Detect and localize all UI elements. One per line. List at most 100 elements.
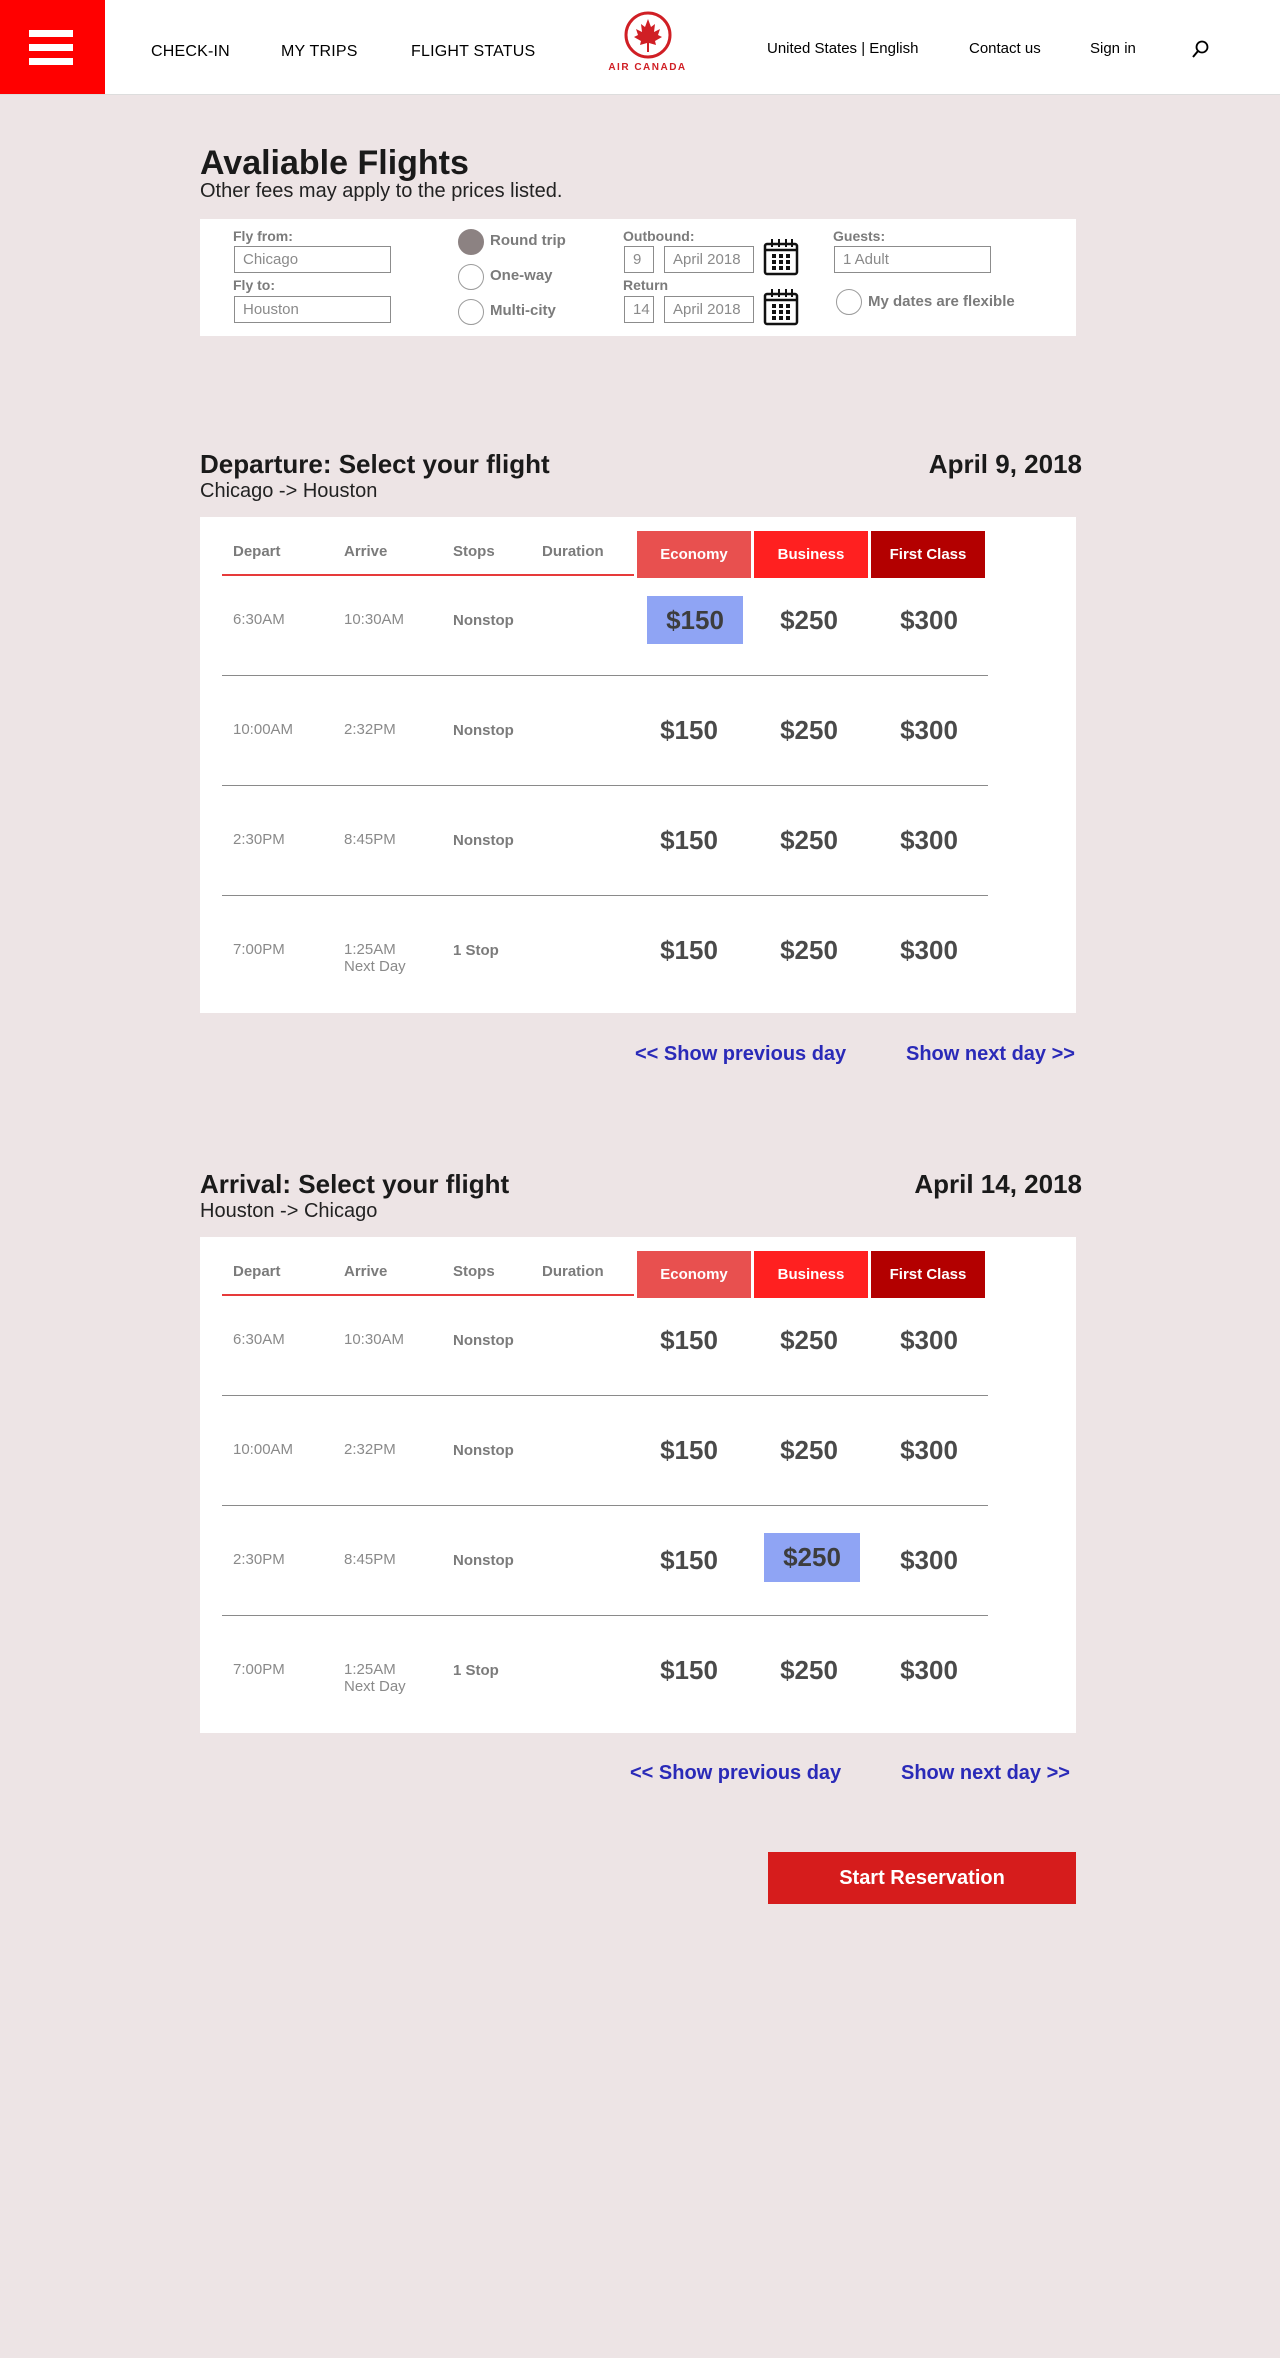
round-trip-radio[interactable] — [458, 229, 484, 255]
search-icon[interactable] — [1190, 39, 1210, 61]
price-business[interactable]: $250 — [764, 1533, 860, 1582]
depart-time: 10:00AM — [233, 1441, 294, 1458]
arrival-previous-day-link[interactable]: << Show previous day — [630, 1762, 841, 1785]
depart-time: 7:00PM — [233, 1661, 285, 1678]
row-divider — [222, 785, 988, 786]
search-panel: Fly from: Chicago Fly to: Houston Round … — [200, 219, 1076, 336]
nav-my-trips[interactable]: MY TRIPS — [281, 43, 358, 61]
multi-city-radio[interactable] — [458, 299, 484, 325]
price-first-class[interactable]: $300 — [881, 1426, 977, 1474]
arrival-route: Houston -> Chicago — [200, 1200, 378, 1222]
site-header: CHECK-IN MY TRIPS FLIGHT STATUS AIR CANA… — [0, 0, 1280, 95]
price-first-class[interactable]: $300 — [881, 596, 977, 644]
price-business[interactable]: $250 — [761, 596, 857, 644]
fly-to-label: Fly to: — [233, 277, 275, 293]
price-first-class[interactable]: $300 — [881, 1536, 977, 1584]
price-economy[interactable]: $150 — [641, 1316, 737, 1364]
departure-previous-day-link[interactable]: << Show previous day — [635, 1043, 846, 1066]
arrive-time: 1:25AM — [344, 941, 396, 958]
arrive-note: Next Day — [344, 1678, 406, 1695]
sign-in-link[interactable]: Sign in — [1090, 40, 1136, 57]
price-business[interactable]: $250 — [761, 1426, 857, 1474]
start-reservation-button[interactable]: Start Reservation — [768, 1852, 1076, 1904]
depart-time: 2:30PM — [233, 831, 285, 848]
hamburger-icon-bar — [29, 58, 73, 65]
multi-city-label: Multi-city — [490, 302, 556, 319]
departure-next-day-link[interactable]: Show next day >> — [906, 1043, 1075, 1066]
tab-business[interactable]: Business — [754, 531, 868, 578]
price-business[interactable]: $250 — [761, 1316, 857, 1364]
return-label: Return — [623, 277, 669, 293]
arrive-note: Next Day — [344, 958, 406, 975]
arrive-time: 8:45PM — [344, 1551, 396, 1568]
col-depart: Depart — [233, 543, 281, 560]
calendar-icon[interactable] — [763, 288, 799, 326]
price-economy[interactable]: $150 — [641, 1536, 737, 1584]
price-economy[interactable]: $150 — [641, 926, 737, 974]
stops: Nonstop — [453, 1552, 514, 1569]
flexible-dates-radio[interactable] — [836, 289, 862, 315]
outbound-label: Outbound: — [623, 228, 695, 244]
tab-first-class[interactable]: First Class — [871, 1251, 985, 1298]
fly-from-label: Fly from: — [233, 228, 293, 244]
air-canada-logo[interactable]: AIR CANADA — [600, 10, 695, 80]
arrival-next-day-link[interactable]: Show next day >> — [901, 1762, 1070, 1785]
tab-economy[interactable]: Economy — [637, 1251, 751, 1298]
one-way-label: One-way — [490, 267, 553, 284]
arrival-date: April 14, 2018 — [914, 1169, 1082, 1199]
price-economy[interactable]: $150 — [641, 1646, 737, 1694]
departure-title: Departure: Select your flight — [200, 449, 550, 479]
nav-flight-status[interactable]: FLIGHT STATUS — [411, 43, 535, 61]
col-stops: Stops — [453, 543, 495, 560]
hamburger-menu-button[interactable] — [0, 0, 105, 94]
fly-to-input[interactable]: Houston — [234, 296, 391, 323]
price-first-class[interactable]: $300 — [881, 706, 977, 754]
price-economy[interactable]: $150 — [641, 706, 737, 754]
row-divider — [222, 1395, 988, 1396]
stops: Nonstop — [453, 612, 514, 629]
col-duration: Duration — [542, 1263, 604, 1280]
one-way-radio[interactable] — [458, 264, 484, 290]
tab-business[interactable]: Business — [754, 1251, 868, 1298]
fly-from-input[interactable]: Chicago — [234, 246, 391, 273]
arrive-time: 2:32PM — [344, 721, 396, 738]
price-first-class[interactable]: $300 — [881, 816, 977, 864]
calendar-icon[interactable] — [763, 238, 799, 276]
return-day-input[interactable]: 14 — [624, 296, 654, 323]
depart-time: 6:30AM — [233, 1331, 285, 1348]
logo-text: AIR CANADA — [608, 62, 687, 73]
header-underline — [222, 574, 634, 576]
price-economy[interactable]: $150 — [641, 816, 737, 864]
price-business[interactable]: $250 — [761, 926, 857, 974]
col-arrive: Arrive — [344, 1263, 388, 1280]
price-economy[interactable]: $150 — [647, 596, 743, 644]
stops: Nonstop — [453, 1442, 514, 1459]
price-first-class[interactable]: $300 — [881, 1316, 977, 1364]
depart-time: 2:30PM — [233, 1551, 285, 1568]
header-underline — [222, 1294, 634, 1296]
arrive-time: 8:45PM — [344, 831, 396, 848]
stops: Nonstop — [453, 722, 514, 739]
row-divider — [222, 1505, 988, 1506]
price-business[interactable]: $250 — [761, 706, 857, 754]
return-month-input[interactable]: April 2018 — [664, 296, 754, 323]
arrival-title: Arrival: Select your flight — [200, 1169, 510, 1199]
hamburger-icon — [29, 30, 73, 37]
flexible-dates-label: My dates are flexible — [868, 293, 1015, 310]
outbound-month-input[interactable]: April 2018 — [664, 246, 754, 273]
price-economy[interactable]: $150 — [641, 1426, 737, 1474]
stops: 1 Stop — [453, 1662, 499, 1679]
price-business[interactable]: $250 — [761, 816, 857, 864]
departure-date: April 9, 2018 — [928, 449, 1082, 479]
locale-selector[interactable]: United States | English — [767, 40, 918, 57]
departure-flight-table: Depart Arrive Stops Duration Economy Bus… — [200, 517, 1076, 1013]
nav-check-in[interactable]: CHECK-IN — [151, 43, 230, 61]
price-first-class[interactable]: $300 — [881, 1646, 977, 1694]
price-business[interactable]: $250 — [761, 1646, 857, 1694]
tab-first-class[interactable]: First Class — [871, 531, 985, 578]
guests-input[interactable]: 1 Adult — [834, 246, 991, 273]
price-first-class[interactable]: $300 — [881, 926, 977, 974]
outbound-day-input[interactable]: 9 — [624, 246, 654, 273]
tab-economy[interactable]: Economy — [637, 531, 751, 578]
contact-us-link[interactable]: Contact us — [969, 40, 1041, 57]
